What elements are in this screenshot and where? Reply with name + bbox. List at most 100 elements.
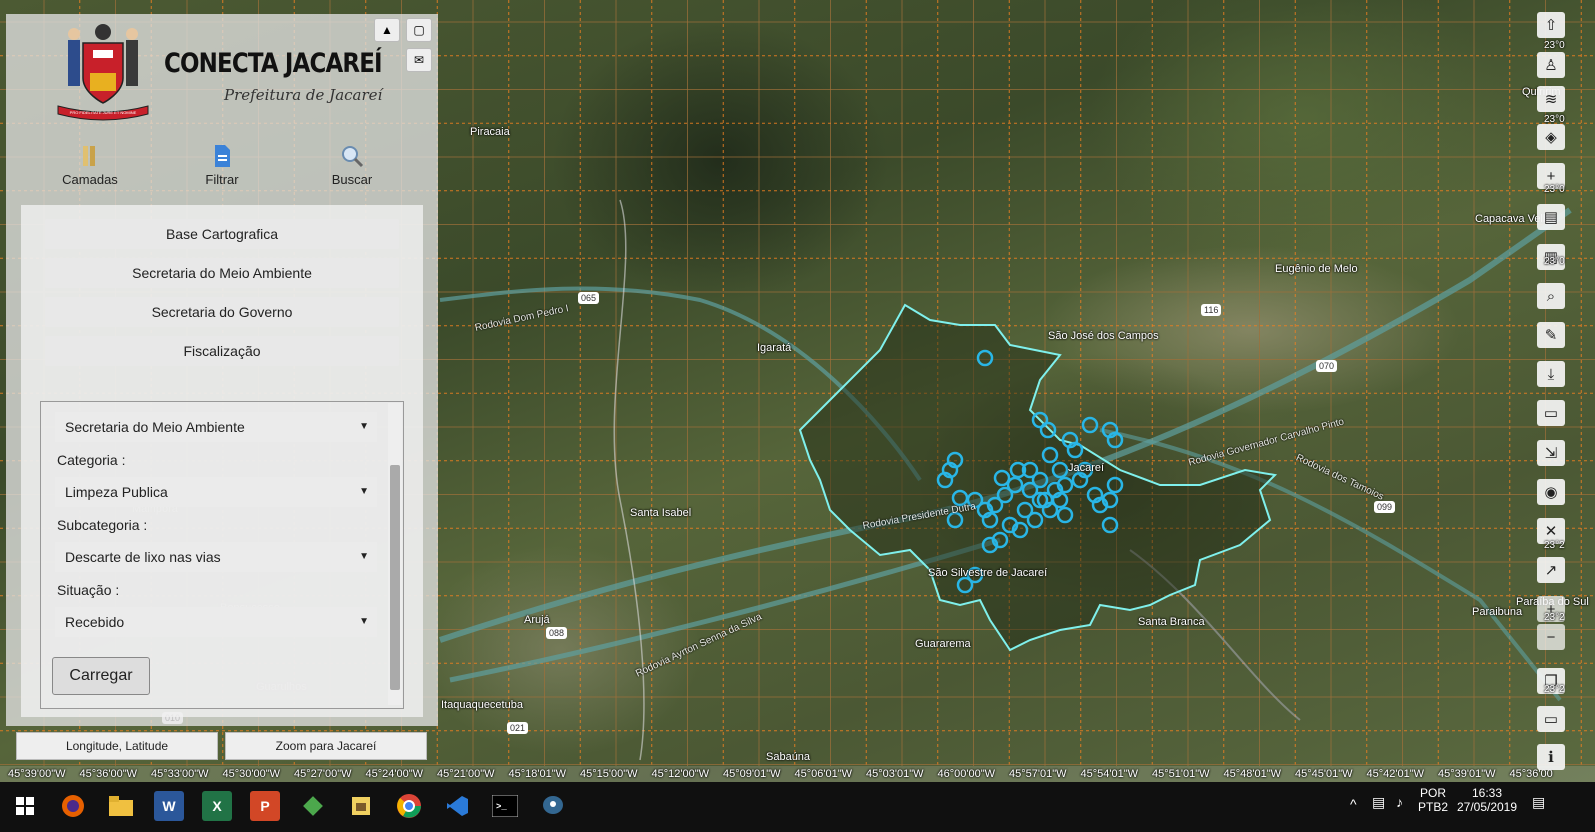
git-icon[interactable] <box>298 791 328 821</box>
map-style-icon[interactable]: ◈ <box>1537 124 1565 150</box>
layer-meio-ambiente[interactable]: Secretaria do Meio Ambiente <box>45 258 399 288</box>
longitude-tick-label: 45°06'01"W <box>794 768 853 780</box>
terminal-icon[interactable]: >_ <box>490 791 520 821</box>
wrench-icon[interactable]: ↗ <box>1537 557 1565 583</box>
secretaria-select[interactable]: Secretaria do Meio Ambiente ▼ <box>55 412 377 442</box>
longitude-tick-label: 45°45'01"W <box>1295 768 1353 780</box>
document-print-icon[interactable]: ▤ <box>1537 204 1565 230</box>
powerpoint-icon[interactable]: P <box>250 791 280 821</box>
latitude-tick-label: 23°0 <box>1544 40 1565 51</box>
route-shield: 088 <box>546 627 568 639</box>
archive-tool-icon[interactable] <box>346 791 376 821</box>
svg-text:PRO FIDELITATE JURE ET NOMINE: PRO FIDELITATE JURE ET NOMINE <box>70 110 137 115</box>
form-scrollbar[interactable] <box>388 403 402 705</box>
zoom-out-icon[interactable]: − <box>1537 624 1565 650</box>
windows-taskbar: W X P >_ ^ ▤ ♪ POR PTB2 16:33 27/05/2019… <box>0 782 1595 832</box>
categoria-select[interactable]: Limpeza Publica ▼ <box>55 477 377 507</box>
layers-book-icon <box>20 144 160 168</box>
route-shield: 021 <box>507 722 529 734</box>
volume-icon[interactable]: ♪ <box>1396 794 1403 810</box>
longitude-tick-label: 45°30'00"W <box>222 768 281 780</box>
nav-camadas[interactable]: Camadas <box>20 138 160 192</box>
longitude-tick-label: 45°18'01"W <box>508 768 567 780</box>
longitude-tick-label: 45°12'00"W <box>651 768 710 780</box>
longitude-tick-label: 45°51'01"W <box>1152 768 1210 780</box>
latitude-tick-label: 23°2 <box>1544 540 1565 551</box>
firefox-icon[interactable] <box>58 791 88 821</box>
edit-icon[interactable]: ✎ <box>1537 322 1565 348</box>
app-title: CONECTA JACAREÍ <box>164 48 383 79</box>
longitude-tick-label: 45°15'00"W <box>580 768 638 780</box>
filter-panel: Base Cartografica Secretaria do Meio Amb… <box>21 205 423 717</box>
longitude-tick-label: 45°33'00"W <box>151 768 209 780</box>
city-emblem-logo: PRO FIDELITATE JURE ET NOMINE <box>48 18 158 128</box>
occurrence-point <box>1081 416 1099 434</box>
file-explorer-icon[interactable] <box>106 791 136 821</box>
filter-form: Secretaria do Meio Ambiente ▼ Categoria :… <box>40 401 404 709</box>
longitude-tick-label: 45°39'00"W <box>8 768 66 780</box>
tray-chevron-icon[interactable]: ^ <box>1350 796 1357 812</box>
map-place-label: Itaquaquecetuba <box>441 699 523 711</box>
route-shield: 065 <box>578 292 600 304</box>
carregar-button[interactable]: Carregar <box>52 657 150 695</box>
dropdown-arrow-icon: ▼ <box>359 421 369 432</box>
layer-governo[interactable]: Secretaria do Governo <box>45 297 399 327</box>
latitude-tick-label: 23°2 <box>1544 684 1565 695</box>
latitude-tick-label: 23°0 <box>1544 184 1565 195</box>
excel-icon[interactable]: X <box>202 791 232 821</box>
longitude-tick-label: 45°42'01"W <box>1366 768 1425 780</box>
user-location-icon[interactable]: ♙ <box>1537 52 1565 78</box>
map-place-label: São José dos Campos <box>1048 330 1159 342</box>
svg-text:>_: >_ <box>496 802 507 812</box>
coordinates-button[interactable]: Longitude, Latitude <box>16 732 218 760</box>
windows-start-icon[interactable] <box>10 791 40 821</box>
latitude-tick-label: 23°0 <box>1544 256 1565 267</box>
longitude-tick-label: 46°00'00"W <box>937 768 996 780</box>
zoom-jacarei-button[interactable]: Zoom para Jacareí <box>225 732 427 760</box>
nav-buscar[interactable]: Buscar <box>282 138 422 192</box>
layers-icon[interactable]: ≋ <box>1537 86 1565 112</box>
scrollbar-thumb[interactable] <box>390 465 400 690</box>
palette-icon[interactable]: ◉ <box>1537 479 1565 505</box>
notifications-icon[interactable]: ▤ <box>1532 794 1545 811</box>
map-place-label: Santa Branca <box>1138 616 1205 628</box>
latitude-tick-label: 23°2 <box>1544 612 1565 623</box>
document-icon <box>152 144 292 168</box>
layer-base-cartografica[interactable]: Base Cartografica <box>45 219 399 249</box>
side-panel: PRO FIDELITATE JURE ET NOMINE CONECTA JA… <box>6 14 438 726</box>
ruler-icon[interactable]: ▭ <box>1537 400 1565 426</box>
info-icon[interactable]: ℹ <box>1537 744 1565 770</box>
zoom-search-icon[interactable]: ⌕ <box>1537 283 1565 309</box>
longitude-tick-label: 45°36'00"W <box>79 768 138 780</box>
subcategoria-label: Subcategoria : <box>57 517 148 533</box>
situacao-select[interactable]: Recebido ▼ <box>55 607 377 637</box>
longitude-tick-label: 45°57'01"W <box>1009 768 1067 780</box>
postgresql-icon[interactable] <box>538 791 568 821</box>
download-icon[interactable]: ⤓ <box>1537 361 1565 387</box>
monitor-icon[interactable]: ▭ <box>1537 706 1565 732</box>
clock[interactable]: 16:33 27/05/2019 <box>1456 786 1518 814</box>
subcategoria-select[interactable]: Descarte de lixo nas vias ▼ <box>55 542 377 572</box>
longitude-tick-label: 45°48'01"W <box>1223 768 1282 780</box>
map-place-label: Arujá <box>524 614 550 626</box>
word-icon[interactable]: W <box>154 791 184 821</box>
network-icon[interactable]: ▤ <box>1372 794 1385 811</box>
input-language[interactable]: POR PTB2 <box>1418 786 1448 814</box>
vscode-icon[interactable] <box>442 791 472 821</box>
paint-bucket-icon[interactable]: ▲ <box>374 18 400 42</box>
longitude-tick-label: 45°03'01"W <box>866 768 924 780</box>
longitude-tick-label: 45°54'01"W <box>1080 768 1139 780</box>
compass-icon[interactable]: ⇧ <box>1537 12 1565 38</box>
export-icon[interactable]: ⇲ <box>1537 440 1565 466</box>
map-place-label: Igaratá <box>757 342 792 354</box>
route-shield: 099 <box>1374 501 1396 513</box>
latitude-tick-label: 23°0 <box>1544 114 1565 125</box>
situacao-label: Situação : <box>57 582 120 598</box>
map-place-label: Piracaia <box>470 126 510 138</box>
window-icon[interactable]: ▢ <box>406 18 432 42</box>
chrome-icon[interactable] <box>394 791 424 821</box>
mail-icon[interactable]: ✉ <box>406 48 432 72</box>
app-subtitle: Prefeitura de Jacareí <box>224 86 383 104</box>
nav-filtrar[interactable]: Filtrar <box>152 138 292 192</box>
layer-fiscalizacao[interactable]: Fiscalização <box>45 336 399 366</box>
